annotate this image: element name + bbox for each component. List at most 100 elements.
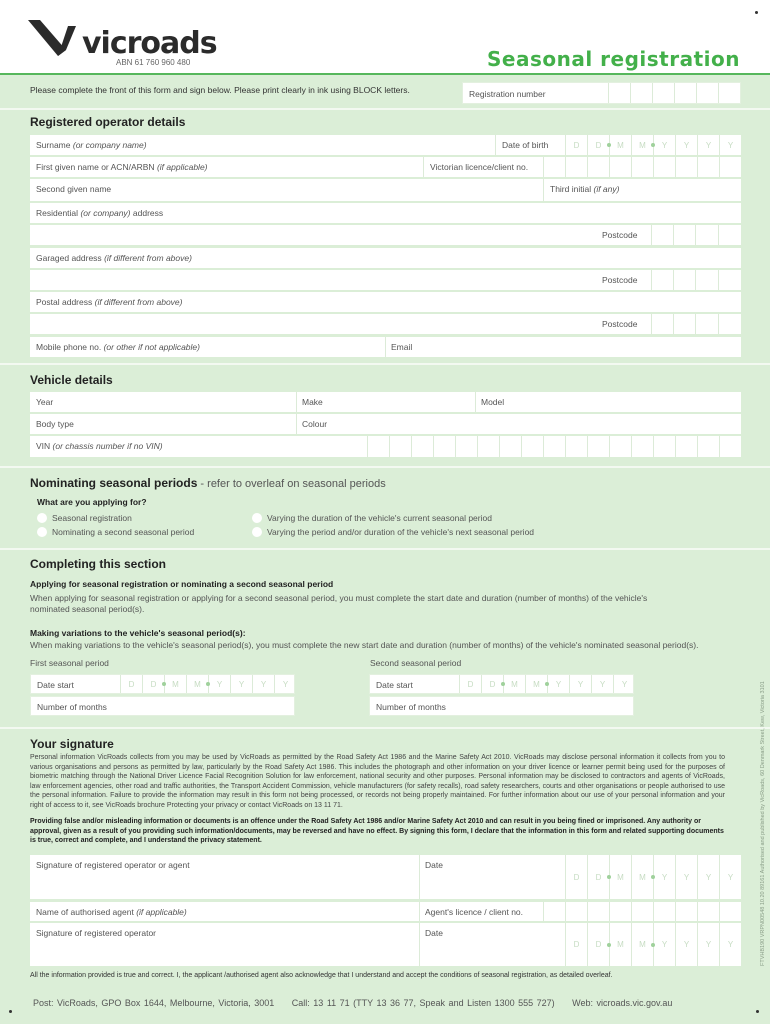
- date-digit-box[interactable]: M: [503, 675, 525, 693]
- date-digit-box[interactable]: M: [609, 135, 631, 155]
- postal-address-input[interactable]: Postcode: [30, 314, 741, 334]
- date-digit-box[interactable]: Y: [719, 923, 741, 966]
- make-input[interactable]: [297, 392, 475, 412]
- date-digit-box[interactable]: Y: [697, 855, 719, 899]
- option-second-period[interactable]: Nominating a second seasonal period: [37, 527, 194, 537]
- vin-char-box[interactable]: [631, 436, 653, 457]
- radio-button[interactable]: [252, 513, 262, 523]
- licence-input[interactable]: [543, 157, 741, 177]
- date-digit-box[interactable]: M: [609, 923, 631, 966]
- date-digit-box[interactable]: D: [587, 923, 609, 966]
- radio-button[interactable]: [252, 527, 262, 537]
- year-input[interactable]: [30, 392, 296, 412]
- contact-row: Mobile phone no. (or other if not applic…: [30, 337, 741, 357]
- option-vary-next[interactable]: Varying the period and/or duration of th…: [252, 527, 534, 537]
- surname-row: Surname (or company name) Date of birth …: [30, 135, 741, 155]
- date-digit-box[interactable]: Y: [653, 923, 675, 966]
- date-digit-box[interactable]: M: [186, 675, 208, 693]
- sig-date-1-input[interactable]: DDMMYYYY: [565, 855, 741, 899]
- email-input[interactable]: [386, 337, 741, 357]
- date-digit-box[interactable]: Y: [252, 675, 274, 693]
- sig-date-2-input[interactable]: DDMMYYYY: [565, 923, 741, 966]
- dob-input[interactable]: DDMMYYYY: [565, 135, 741, 155]
- vin-char-box[interactable]: [477, 436, 499, 457]
- model-input[interactable]: [476, 392, 741, 412]
- vin-char-box[interactable]: [565, 436, 587, 457]
- option-seasonal-registration[interactable]: Seasonal registration: [37, 513, 132, 523]
- vin-char-box[interactable]: [719, 436, 741, 457]
- date-digit-box[interactable]: M: [631, 923, 653, 966]
- registration-number-field[interactable]: Registration number: [462, 82, 741, 104]
- vin-char-box[interactable]: [543, 436, 565, 457]
- vin-input[interactable]: [367, 436, 741, 457]
- date-digit-box[interactable]: Y: [547, 675, 569, 693]
- corner-dot: [755, 11, 758, 14]
- mobile-input[interactable]: [30, 337, 385, 357]
- surname-input[interactable]: [30, 135, 495, 155]
- vin-char-box[interactable]: [499, 436, 521, 457]
- date-digit-box[interactable]: M: [631, 135, 653, 155]
- date-digit-box[interactable]: D: [587, 855, 609, 899]
- date-digit-box[interactable]: Y: [208, 675, 230, 693]
- first-name-input[interactable]: [30, 157, 423, 177]
- sig-operator-input[interactable]: [30, 923, 419, 966]
- date-digit-box[interactable]: Y: [719, 855, 741, 899]
- first-period-date-start[interactable]: Date start DDMMYYYY: [30, 674, 295, 694]
- vin-char-box[interactable]: [455, 436, 477, 457]
- agent-licence-input[interactable]: [543, 902, 741, 921]
- third-initial-input[interactable]: [544, 179, 741, 201]
- date-digit-box[interactable]: D: [459, 675, 481, 693]
- vin-char-box[interactable]: [411, 436, 433, 457]
- date-digit-box[interactable]: Y: [675, 135, 697, 155]
- colour-input[interactable]: [297, 414, 741, 434]
- months-label: Number of months: [37, 702, 107, 712]
- date-digit-box[interactable]: Y: [274, 675, 296, 693]
- vin-char-box[interactable]: [653, 436, 675, 457]
- date-digit-box[interactable]: Y: [675, 855, 697, 899]
- residential-hint: (or company): [80, 208, 131, 218]
- second-period-months-input[interactable]: Number of months: [369, 696, 634, 716]
- date-digit-box[interactable]: D: [142, 675, 164, 693]
- date-digit-box[interactable]: Y: [653, 135, 675, 155]
- vin-char-box[interactable]: [521, 436, 543, 457]
- vin-char-box[interactable]: [609, 436, 631, 457]
- date-digit-box[interactable]: D: [587, 135, 609, 155]
- date-digit-box[interactable]: M: [609, 855, 631, 899]
- radio-button[interactable]: [37, 527, 47, 537]
- vin-char-box[interactable]: [697, 436, 719, 457]
- residential-address-input[interactable]: Postcode: [30, 225, 741, 245]
- option-vary-current[interactable]: Varying the duration of the vehicle's cu…: [252, 513, 492, 523]
- date-digit-box[interactable]: D: [481, 675, 503, 693]
- vin-char-box[interactable]: [587, 436, 609, 457]
- date-digit-box[interactable]: Y: [230, 675, 252, 693]
- date-digit-box[interactable]: D: [565, 855, 587, 899]
- date-digit-box[interactable]: M: [164, 675, 186, 693]
- date-digit-box[interactable]: Y: [697, 923, 719, 966]
- date-digit-box[interactable]: D: [565, 923, 587, 966]
- signature-heading: Your signature: [30, 737, 114, 751]
- date-digit-box[interactable]: Y: [613, 675, 635, 693]
- first-period-months-input[interactable]: Number of months: [30, 696, 295, 716]
- radio-button[interactable]: [37, 513, 47, 523]
- agent-name-input[interactable]: [30, 902, 419, 921]
- second-name-input[interactable]: [30, 179, 543, 201]
- second-period-date-start[interactable]: Date start DDMMYYYY: [369, 674, 634, 694]
- date-digit-box[interactable]: Y: [675, 923, 697, 966]
- garaged-address-input[interactable]: Postcode: [30, 270, 741, 290]
- vin-char-box[interactable]: [389, 436, 411, 457]
- date-digit-box[interactable]: M: [631, 855, 653, 899]
- date-digit-box[interactable]: Y: [719, 135, 741, 155]
- vin-char-box[interactable]: [433, 436, 455, 457]
- sig-operator-agent-input[interactable]: [30, 855, 419, 899]
- date-digit-box[interactable]: Y: [569, 675, 591, 693]
- residential-label: Residential: [36, 208, 79, 218]
- date-digit-box[interactable]: Y: [697, 135, 719, 155]
- date-digit-box[interactable]: Y: [591, 675, 613, 693]
- date-digit-box[interactable]: M: [525, 675, 547, 693]
- date-digit-box[interactable]: Y: [653, 855, 675, 899]
- body-type-input[interactable]: [30, 414, 296, 434]
- date-digit-box[interactable]: D: [565, 135, 587, 155]
- vin-char-box[interactable]: [367, 436, 389, 457]
- date-digit-box[interactable]: D: [120, 675, 142, 693]
- vin-char-box[interactable]: [675, 436, 697, 457]
